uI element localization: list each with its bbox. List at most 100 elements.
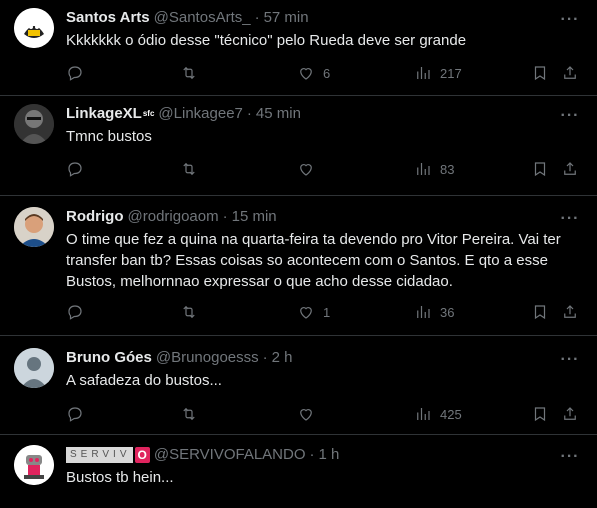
retweet-icon [183,66,195,80]
tweet-header: Rodrigo @rodrigoaom · 15 min [66,207,581,227]
reply-icon [68,66,82,81]
author-name[interactable]: SERVIV [66,447,133,463]
bookmark-button[interactable] [531,303,549,321]
view-count: 425 [440,406,462,422]
separator-dot: · [222,208,228,225]
share-icon [564,407,576,420]
like-button[interactable] [297,160,315,178]
tweet-time[interactable]: 2 h [272,348,293,368]
tweet-actions: 83 [66,159,581,179]
bookmark-button[interactable] [531,160,549,178]
retweet-button[interactable] [180,64,198,82]
bookmark-button[interactable] [531,405,549,423]
like-icon [300,307,312,319]
tweet-time[interactable]: 15 min [232,207,277,227]
more-icon[interactable]: ··· [559,106,581,126]
share-button[interactable] [561,303,579,321]
more-icon[interactable]: ··· [559,209,581,229]
author-handle[interactable]: @Brunogoesss [156,348,259,368]
name-badge: sfc [142,109,155,118]
share-button[interactable] [561,405,579,423]
bookmark-button[interactable] [531,64,549,82]
retweet-icon [183,305,195,319]
like-icon [300,409,312,421]
tweet-body: SERVIV O @SERVIVOFALANDO · 1 h Bustos tb … [66,445,581,508]
tweet-text: A safadeza do bustos... [66,372,222,389]
tweet-text: O time que fez a quina na quarta-feira t… [66,231,561,290]
avatar[interactable] [14,445,54,485]
views-icon [417,306,430,318]
tweet-time[interactable]: 45 min [256,104,301,124]
avatar[interactable] [14,104,54,144]
tweet-time[interactable]: 57 min [264,8,309,28]
tweet[interactable]: LinkageXL sfc @Linkagee7 · 45 min Tmnc bu… [0,96,597,196]
view-count: 36 [440,304,455,320]
reply-button[interactable] [66,160,84,178]
reply-icon [68,162,82,177]
tweet-header: Bruno Góes @Brunogoesss · 2 h [66,348,581,368]
share-icon [564,305,576,318]
like-button[interactable]: 1 [297,303,330,321]
author-handle[interactable]: @SantosArts_ [154,8,251,28]
tweet[interactable]: SERVIV O @SERVIVOFALANDO · 1 h Bustos tb … [0,435,597,508]
tweet-text: Bustos tb hein... [66,469,174,486]
like-count: 6 [323,65,331,81]
tweet-actions: 1 36 [66,302,581,322]
author-name-letters: SERVIV [70,449,131,460]
more-icon[interactable]: ··· [559,10,581,30]
reply-button[interactable] [66,405,84,423]
tweet-text: Tmnc bustos [66,128,152,145]
tweet-body: LinkageXL sfc @Linkagee7 · 45 min Tmnc bu… [66,104,581,195]
tweet-header: SERVIV O @SERVIVOFALANDO · 1 h [66,445,581,465]
views-button[interactable]: 217 [414,64,462,82]
author-name[interactable]: Santos Arts [66,8,150,28]
author-name[interactable]: Bruno Góes [66,348,152,368]
separator-dot: · [246,105,252,122]
tweet-header: Santos Arts @SantosArts_ · 57 min [66,8,581,28]
views-icon [417,163,430,175]
share-icon [564,66,576,79]
author-handle[interactable]: @Linkagee7 [158,104,242,124]
reply-button[interactable] [66,64,84,82]
like-count: 1 [323,304,331,320]
more-icon[interactable]: ··· [559,350,581,370]
views-button[interactable]: 36 [414,303,454,321]
like-button[interactable]: 6 [297,64,330,82]
retweet-icon [183,162,195,176]
share-button[interactable] [561,160,579,178]
author-name[interactable]: LinkageXL [66,104,142,124]
reply-button[interactable] [66,303,84,321]
tweet[interactable]: Rodrigo @rodrigoaom · 15 min O time que … [0,196,597,336]
tweet-header: LinkageXL sfc @Linkagee7 · 45 min [66,104,581,124]
share-icon [564,162,576,175]
retweet-button[interactable] [180,405,198,423]
like-icon [300,164,312,176]
views-icon [417,408,430,420]
share-button[interactable] [561,64,579,82]
tweet-time[interactable]: 1 h [319,445,340,465]
separator-dot: · [309,446,315,463]
bookmark-icon [534,407,546,422]
more-icon[interactable]: ··· [559,447,581,467]
views-button[interactable]: 425 [414,405,462,423]
avatar[interactable] [14,207,54,247]
author-name[interactable]: Rodrigo [66,207,124,227]
tweet-body: Bruno Góes @Brunogoesss · 2 h A safadeza… [66,348,581,434]
tweet[interactable]: Santos Arts @SantosArts_ · 57 min Kkkkkk… [0,0,597,96]
avatar[interactable] [14,348,54,388]
views-button[interactable]: 83 [414,160,454,178]
like-icon [300,68,312,80]
like-button[interactable] [297,405,315,423]
avatar[interactable] [14,8,54,48]
reply-icon [68,305,82,320]
bookmark-icon [534,305,546,320]
view-count: 83 [440,161,455,177]
views-icon [417,67,430,79]
tweet[interactable]: Bruno Góes @Brunogoesss · 2 h A safadeza… [0,336,597,435]
tweet-text: Kkkkkkk o ódio desse "técnico" pelo Rued… [66,32,467,49]
author-handle[interactable]: @SERVIVOFALANDO [154,445,306,465]
reply-icon [68,407,82,422]
retweet-button[interactable] [180,160,198,178]
retweet-button[interactable] [180,303,198,321]
author-handle[interactable]: @rodrigoaom [128,207,219,227]
